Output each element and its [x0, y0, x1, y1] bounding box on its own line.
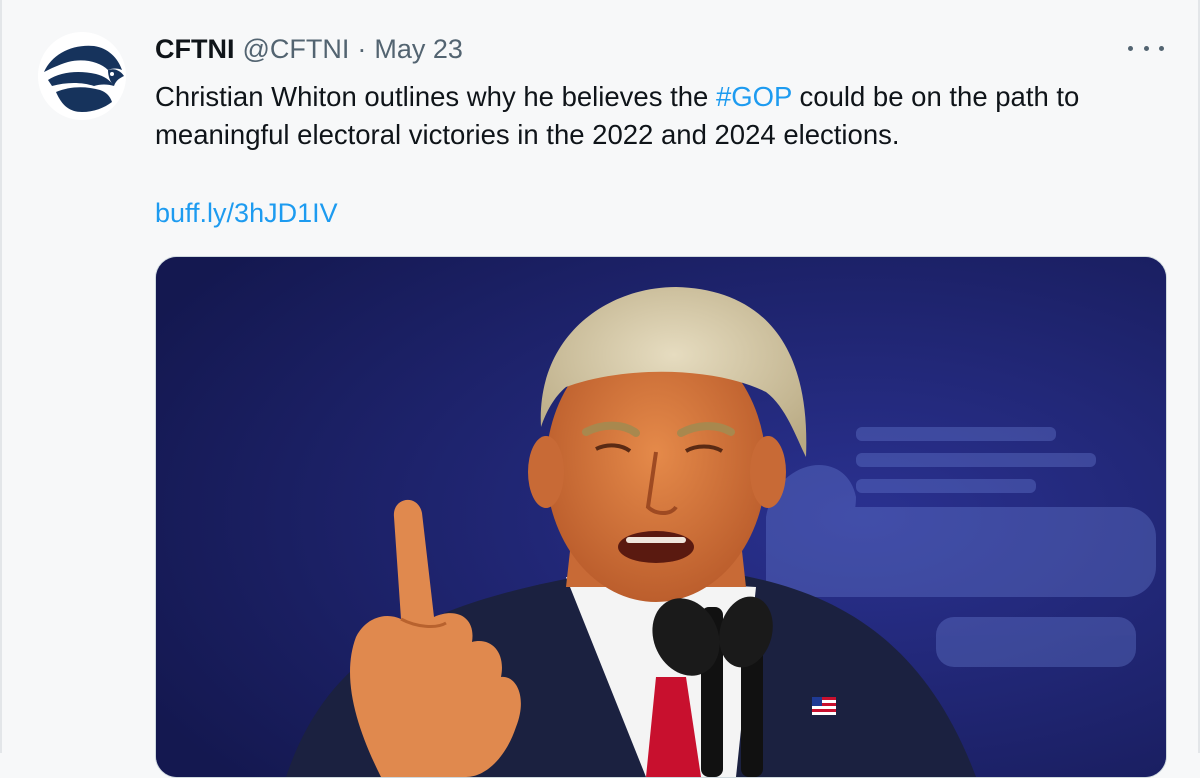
more-dots-icon[interactable] [1128, 38, 1164, 58]
separator: · [357, 34, 367, 64]
card-border [0, 0, 2, 753]
eagle-logo-icon [38, 32, 126, 120]
tweet-card[interactable]: CFTNI @CFTNI · May 23 Christian Whiton o… [0, 0, 1200, 778]
tweet-date[interactable]: May 23 [374, 34, 463, 65]
avatar[interactable] [38, 32, 126, 120]
hashtag-link[interactable]: #GOP [716, 81, 792, 112]
speaker-photo [156, 257, 1166, 777]
tweet-text-part: Christian Whiton outlines why he believe… [155, 81, 716, 112]
tweet-header: CFTNI @CFTNI · May 23 [155, 34, 463, 68]
dot [1159, 45, 1164, 51]
author-name[interactable]: CFTNI [155, 34, 234, 65]
dot [1128, 45, 1133, 51]
tweet-text: Christian Whiton outlines why he believe… [155, 78, 1175, 154]
tweet-media-image[interactable] [155, 256, 1167, 778]
tweet-link[interactable]: buff.ly/3hJD1IV [155, 198, 338, 229]
author-handle[interactable]: @CFTNI [242, 34, 349, 65]
dot [1143, 45, 1149, 51]
